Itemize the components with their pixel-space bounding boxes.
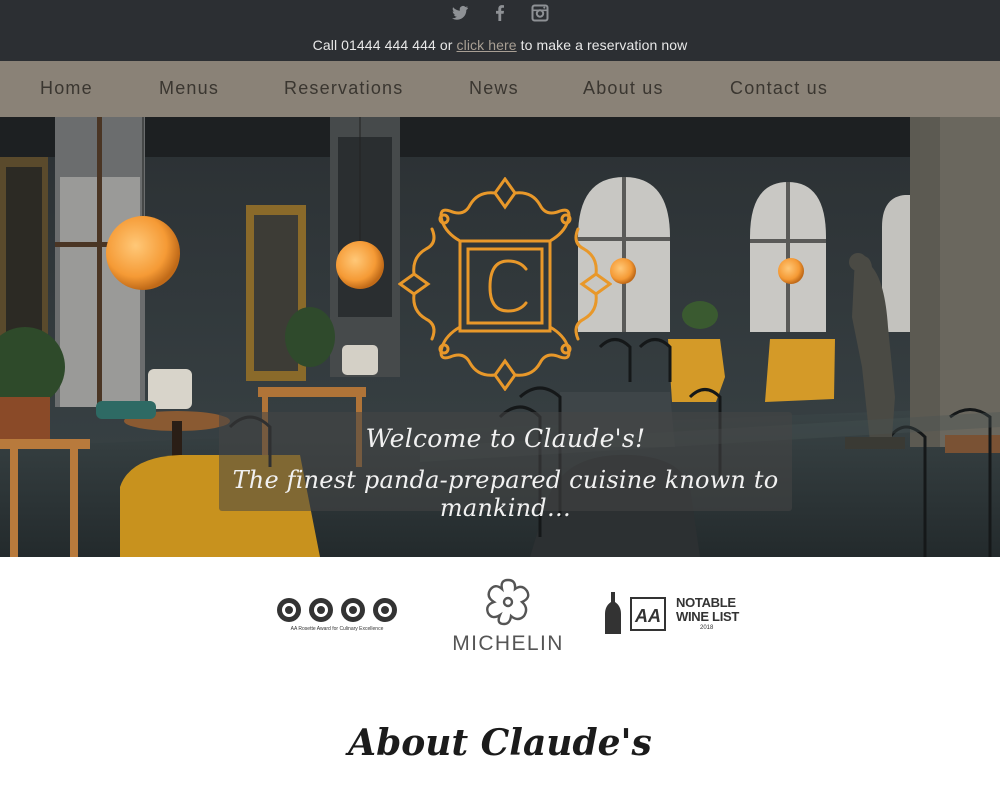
nav-about-us[interactable]: About us xyxy=(583,78,664,99)
top-bar: Call 01444 444 444 or click here to make… xyxy=(0,0,1000,61)
hero-tagline: The finest panda-prepared cuisine known … xyxy=(232,466,779,522)
hero-welcome-box: Welcome to Claude's! The finest panda-pr… xyxy=(219,412,792,522)
facebook-icon[interactable] xyxy=(490,3,510,23)
twitter-icon[interactable] xyxy=(450,3,470,23)
michelin-wordmark: MICHELIN xyxy=(452,632,564,655)
aa-rosettes-award xyxy=(277,598,397,622)
nav-contact-us[interactable]: Contact us xyxy=(730,78,828,99)
reservation-callout: Call 01444 444 444 or click here to make… xyxy=(0,37,1000,53)
callout-suffix: to make a reservation now xyxy=(516,37,688,53)
claudes-crest-logo xyxy=(398,177,612,391)
wine-list-year: 2018 xyxy=(700,625,714,631)
nav-home[interactable]: Home xyxy=(40,78,93,99)
wine-list-line1: NOTABLE xyxy=(676,595,736,610)
nav-news[interactable]: News xyxy=(469,78,519,99)
aa-wine-list-badge: AA xyxy=(605,592,666,634)
about-heading: About Claude's xyxy=(348,722,652,764)
wine-list-line2: WINE LIST xyxy=(676,609,740,624)
hero-banner: Welcome to Claude's! The finest panda-pr… xyxy=(0,117,1000,557)
hero-headline: Welcome to Claude's! xyxy=(365,424,646,453)
callout-prefix: Call 01444 444 444 or xyxy=(312,37,457,53)
nav-reservations[interactable]: Reservations xyxy=(284,78,403,99)
michelin-star-icon xyxy=(486,578,530,626)
rosette-caption: AA Rosette Award for Culinary Excellence xyxy=(290,626,384,632)
reservation-link[interactable]: click here xyxy=(457,37,517,53)
social-links xyxy=(0,3,1000,27)
nav-menus[interactable]: Menus xyxy=(159,78,219,99)
main-nav: Home Menus Reservations News About us Co… xyxy=(0,61,1000,117)
wine-badge-text: AA xyxy=(634,606,661,626)
instagram-icon[interactable] xyxy=(530,3,550,23)
